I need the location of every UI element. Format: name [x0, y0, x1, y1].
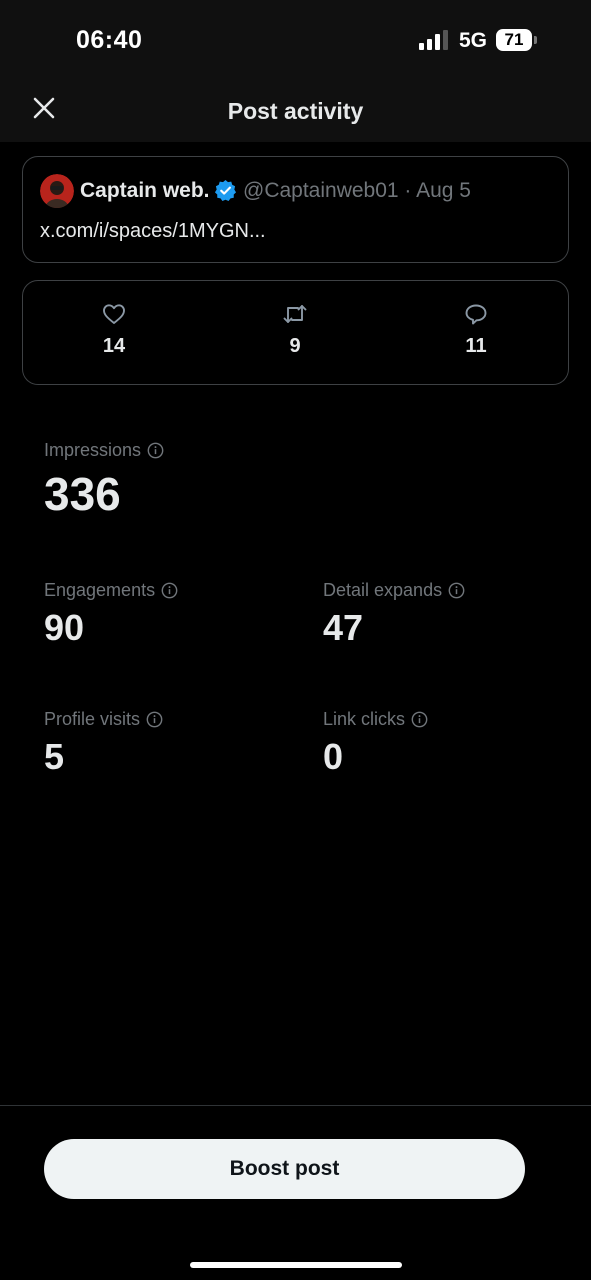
engagements-label: Engagements	[44, 580, 156, 600]
status-time: 06:40	[76, 26, 143, 54]
replies-stat: 11	[416, 303, 536, 358]
footer-divider	[0, 1105, 591, 1106]
likes-count: 14	[102, 335, 126, 357]
post-text[interactable]: x.com/i/spaces/1MYGN...	[40, 220, 266, 243]
impressions-value: 336	[44, 468, 121, 520]
likes-stat: 14	[54, 303, 174, 358]
repost-icon	[283, 305, 307, 323]
info-icon[interactable]	[161, 582, 178, 599]
link-clicks-value: 0	[323, 736, 344, 777]
impressions-metric: Impressions 336	[44, 440, 164, 521]
link-clicks-metric: Link clicks 0	[323, 709, 428, 778]
profile-visits-label: Profile visits	[44, 709, 141, 729]
reposts-count: 9	[289, 335, 301, 357]
home-indicator[interactable]	[190, 1262, 402, 1268]
detail-expands-label: Detail expands	[323, 580, 443, 600]
post-preview-card[interactable]: Captain web. @Captainweb01 · Aug 5 x.com…	[22, 156, 569, 263]
avatar	[40, 174, 74, 208]
info-icon[interactable]	[147, 442, 164, 459]
profile-visits-metric: Profile visits 5	[44, 709, 163, 778]
boost-post-button[interactable]: Boost post	[44, 1139, 525, 1199]
info-icon[interactable]	[146, 711, 163, 728]
verified-badge-icon	[214, 179, 237, 202]
post-handle-date: @Captainweb01 · Aug 5	[243, 179, 471, 202]
profile-visits-value: 5	[44, 736, 65, 777]
network-type: 5G	[459, 29, 488, 52]
status-bar: 06:40 5G 71	[0, 0, 591, 80]
detail-expands-metric: Detail expands 47	[323, 580, 465, 649]
top-nav-bar: Post activity	[0, 80, 591, 142]
replies-count: 11	[465, 335, 487, 357]
engagements-metric: Engagements 90	[44, 580, 178, 649]
engagement-summary-card: 14 9 11	[22, 280, 569, 385]
page-title: Post activity	[227, 98, 364, 124]
info-icon[interactable]	[448, 582, 465, 599]
reposts-stat: 9	[235, 303, 355, 358]
impressions-label: Impressions	[44, 440, 142, 460]
engagements-value: 90	[44, 607, 85, 648]
link-clicks-label: Link clicks	[323, 709, 406, 729]
battery-icon: 71	[496, 29, 537, 51]
battery-level: 71	[504, 30, 524, 49]
signal-icon	[419, 30, 448, 50]
author-name: Captain web.	[80, 179, 210, 202]
heart-icon	[103, 304, 125, 324]
info-icon[interactable]	[411, 711, 428, 728]
reply-icon	[465, 304, 487, 325]
detail-expands-value: 47	[323, 607, 364, 648]
